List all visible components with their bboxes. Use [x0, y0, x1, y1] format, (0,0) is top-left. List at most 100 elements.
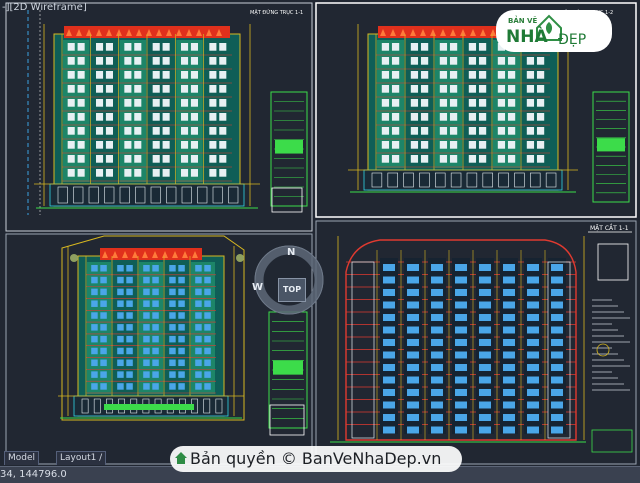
- window: [134, 99, 142, 107]
- title-block-stamp: [273, 360, 303, 375]
- compass-north-label[interactable]: N: [287, 247, 295, 258]
- window: [117, 312, 124, 319]
- window: [152, 359, 159, 367]
- window: [105, 57, 113, 65]
- window: [77, 169, 85, 177]
- window: [96, 43, 104, 51]
- window: [209, 57, 217, 65]
- window: [100, 265, 107, 272]
- window: [96, 155, 104, 163]
- window: [449, 155, 458, 163]
- tab-layout1[interactable]: Layout1 /: [56, 451, 107, 465]
- section-window: [383, 401, 395, 409]
- window: [468, 85, 477, 93]
- window: [152, 265, 159, 272]
- section-window: [503, 351, 515, 359]
- compass-west-label[interactable]: W: [252, 282, 263, 293]
- window: [497, 127, 506, 135]
- window: [478, 127, 487, 135]
- window: [67, 85, 75, 93]
- window: [181, 169, 189, 177]
- window: [134, 141, 142, 149]
- section-window: [503, 326, 515, 334]
- window: [124, 113, 132, 121]
- facade-bay: [165, 262, 189, 394]
- window: [478, 71, 487, 79]
- window: [420, 43, 429, 51]
- window: [449, 99, 458, 107]
- viewport-label[interactable]: -][2D Wireframe]: [2, 2, 87, 13]
- section-window: [551, 289, 563, 296]
- viewport-label-visual-style[interactable]: 2D Wireframe: [13, 2, 82, 13]
- section-window: [383, 351, 395, 359]
- window: [96, 141, 104, 149]
- window: [439, 85, 448, 93]
- title-block-detail: [271, 187, 303, 213]
- window: [478, 57, 487, 65]
- window: [162, 71, 170, 79]
- window: [134, 85, 142, 93]
- window: [67, 141, 75, 149]
- section-window: [455, 414, 467, 421]
- viewcube-top-face[interactable]: TOP: [278, 278, 306, 302]
- title-block-top-left: [270, 91, 308, 213]
- facade-bay: [87, 262, 111, 394]
- window: [391, 155, 400, 163]
- window: [536, 85, 545, 93]
- drawing-canvas[interactable]: MẶT ĐỨNG TRỤC 1-1 MẶT ĐỨNG TRỤC 1-2 MẶT …: [0, 0, 640, 466]
- window: [96, 113, 104, 121]
- window: [526, 99, 535, 107]
- window: [478, 155, 487, 163]
- window: [162, 155, 170, 163]
- window: [178, 383, 185, 390]
- window: [162, 141, 170, 149]
- window: [96, 85, 104, 93]
- window: [468, 155, 477, 163]
- window: [190, 57, 198, 65]
- elevation-top-left: [34, 24, 260, 209]
- section-window: [527, 301, 539, 309]
- window: [91, 347, 98, 355]
- window: [152, 371, 159, 378]
- window: [178, 324, 185, 331]
- window: [204, 347, 211, 355]
- window: [105, 169, 113, 177]
- logo-brand-suffix: ĐẸP: [558, 32, 587, 48]
- window: [410, 155, 419, 163]
- section-window: [551, 351, 563, 359]
- section-notes-right: [588, 231, 633, 453]
- section-window: [383, 289, 395, 296]
- window: [204, 276, 211, 284]
- window: [204, 359, 211, 367]
- title-block-stamp: [275, 139, 303, 154]
- window: [190, 113, 198, 121]
- section-window: [479, 426, 491, 434]
- section-window: [551, 376, 563, 384]
- window: [126, 276, 133, 284]
- section-window: [551, 276, 563, 284]
- window: [100, 324, 107, 331]
- section-window: [455, 389, 467, 396]
- window: [67, 57, 75, 65]
- window: [126, 312, 133, 319]
- tab-model[interactable]: Model: [4, 451, 40, 465]
- window: [124, 99, 132, 107]
- section-window: [479, 339, 491, 346]
- window: [391, 113, 400, 121]
- window: [117, 276, 124, 284]
- window: [67, 113, 75, 121]
- window: [100, 288, 107, 296]
- window: [190, 155, 198, 163]
- section-window: [527, 351, 539, 359]
- section-window: [431, 289, 443, 296]
- window: [536, 99, 545, 107]
- section-window: [407, 339, 419, 346]
- window: [536, 127, 545, 135]
- window: [124, 85, 132, 93]
- window: [117, 288, 124, 296]
- window: [195, 324, 202, 331]
- window: [497, 57, 506, 65]
- window: [77, 141, 85, 149]
- section-window: [503, 414, 515, 421]
- window: [190, 85, 198, 93]
